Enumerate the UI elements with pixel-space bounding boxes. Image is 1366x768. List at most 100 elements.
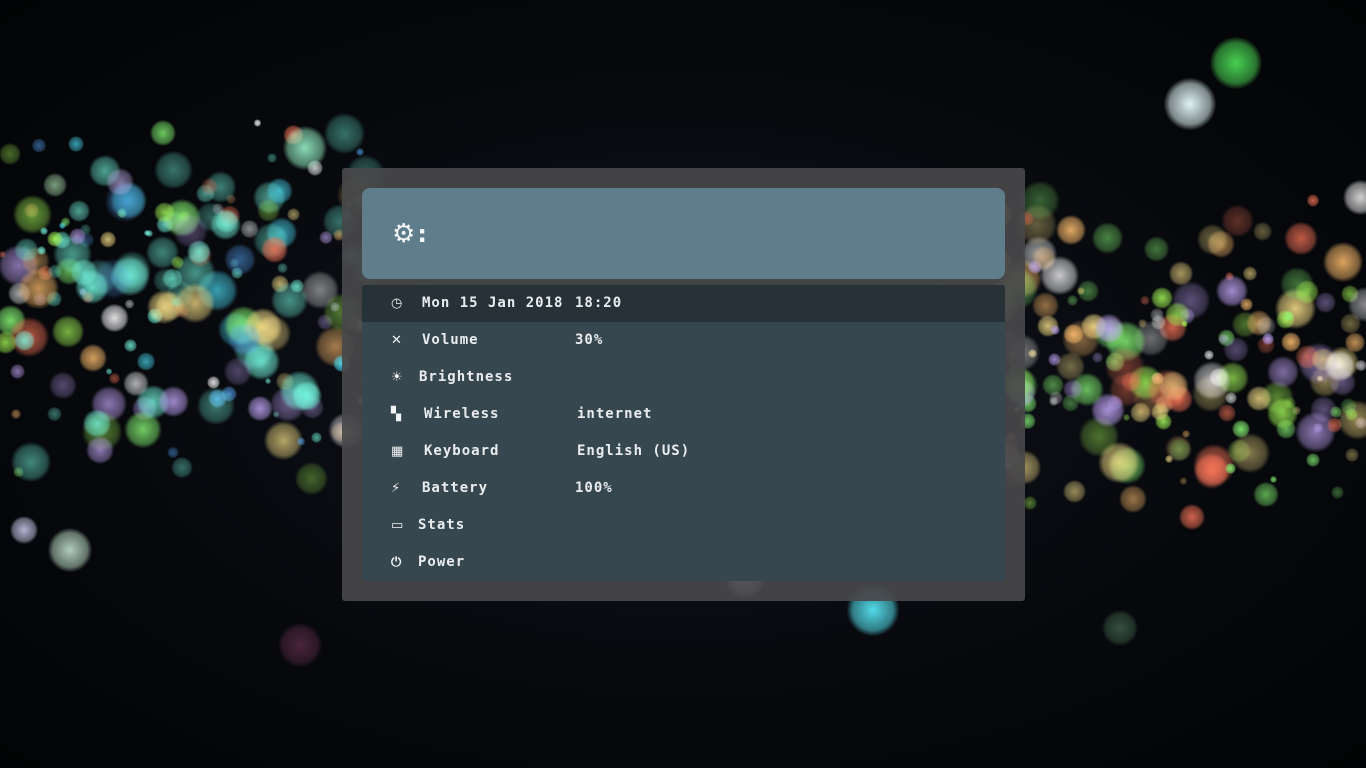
menu-item-wireless[interactable]: ▚ Wireless internet (362, 396, 1005, 433)
bokeh-light (265, 378, 272, 385)
volume-muted-icon: ✕ (391, 333, 403, 348)
bokeh-light (10, 409, 22, 420)
bokeh-light (36, 245, 46, 255)
bokeh-light (1216, 275, 1248, 307)
bokeh-light (1077, 280, 1100, 303)
bokeh-light (287, 207, 301, 221)
bokeh-light (1062, 379, 1083, 400)
menu-item-stats[interactable]: ▭ Stats (362, 507, 1005, 544)
bokeh-light (247, 395, 273, 422)
menu-item-value: 100% (575, 480, 613, 496)
menu-item-label: Keyboard (424, 443, 500, 459)
bokeh-light (1283, 310, 1294, 322)
menu-list: ◷ Mon 15 Jan 2018 18:20 ✕ Volume 30% ☀ B… (362, 285, 1005, 581)
bokeh-light (10, 516, 38, 544)
bokeh-light (1149, 307, 1164, 322)
bokeh-light (1104, 347, 1145, 388)
prompt-input-bar[interactable]: ⚙ : (362, 188, 1005, 279)
bokeh-light (1179, 476, 1188, 485)
bokeh-light (1164, 78, 1216, 130)
menu-item-power[interactable]: ⏻ Power (362, 544, 1005, 581)
bokeh-light (223, 357, 253, 386)
menu-item-label: Brightness (419, 369, 514, 385)
bokeh-light (1230, 433, 1271, 474)
bokeh-light (113, 251, 151, 289)
bokeh-light (1330, 485, 1344, 499)
menu-item-battery[interactable]: ⚡ Battery 100% (362, 470, 1005, 507)
menu-item-value: English (US) (577, 443, 691, 459)
bokeh-light (256, 198, 280, 222)
bokeh-light (13, 329, 36, 351)
bokeh-light (31, 138, 47, 154)
bokeh-light (175, 282, 216, 323)
bokeh-light (1098, 441, 1140, 484)
bokeh-light (1269, 475, 1277, 483)
bokeh-light (137, 352, 156, 371)
bokeh-light (124, 299, 135, 310)
bokeh-light (1066, 295, 1078, 307)
bokeh-light (1164, 301, 1190, 327)
bokeh-light (1342, 180, 1366, 216)
bokeh-light (227, 321, 262, 356)
bokeh-light (224, 243, 256, 275)
bokeh-light (149, 120, 176, 147)
bokeh-light (49, 371, 77, 400)
bokeh-light (106, 168, 134, 196)
bokeh-light (1094, 313, 1124, 344)
bokeh-light (1246, 385, 1272, 412)
bokeh-light (1193, 453, 1230, 490)
menu-item-volume[interactable]: ✕ Volume 30% (362, 322, 1005, 359)
bokeh-light (48, 528, 92, 572)
bokeh-light (18, 268, 59, 310)
plug-icon: ⚡ (391, 481, 402, 496)
bokeh-light (157, 385, 189, 417)
bokeh-light (277, 262, 288, 273)
settings-launcher-window: ⚙ : ◷ Mon 15 Jan 2018 18:20 ✕ Volume 30%… (342, 168, 1025, 601)
gear-icon: ⚙ (392, 218, 416, 249)
menu-item-brightness[interactable]: ☀ Brightness (362, 359, 1005, 396)
menu-item-label: Mon 15 Jan 2018 (422, 295, 564, 311)
bokeh-light (170, 296, 181, 307)
bokeh-light (1323, 242, 1363, 282)
bokeh-light (1253, 481, 1279, 508)
bokeh-light (1062, 323, 1084, 345)
bokeh-light (201, 178, 218, 195)
bokeh-light (1314, 292, 1336, 313)
bokeh-light (46, 406, 62, 422)
bokeh-light (123, 370, 149, 396)
bokeh-light (1049, 324, 1061, 336)
signal-icon: ▚ (391, 407, 402, 422)
bokeh-light (1102, 610, 1138, 646)
bokeh-light (74, 269, 109, 304)
bokeh-light (267, 152, 278, 164)
bokeh-light (1203, 349, 1215, 361)
menu-item-keyboard[interactable]: ▦ Keyboard English (US) (362, 433, 1005, 470)
bokeh-light (9, 364, 25, 379)
bokeh-light (253, 118, 262, 127)
bokeh-light (1217, 403, 1237, 423)
bokeh-light (78, 343, 108, 373)
bokeh-light (319, 230, 333, 245)
bokeh-light (1221, 204, 1254, 238)
bokeh-light (1305, 453, 1320, 468)
menu-item-label: Volume (422, 332, 479, 348)
power-icon: ⏻ (391, 555, 403, 570)
bokeh-light (283, 126, 327, 170)
bokeh-light (124, 339, 137, 352)
bokeh-light (1056, 215, 1086, 246)
menu-item-label: Stats (418, 517, 466, 533)
bokeh-light (39, 227, 48, 236)
bokeh-light (1140, 295, 1150, 306)
bokeh-light (292, 381, 322, 411)
bokeh-light (51, 315, 85, 348)
laptop-icon: ▭ (391, 518, 405, 533)
bokeh-light (69, 228, 86, 246)
bokeh-light (1119, 484, 1148, 513)
menu-item-label: Power (418, 554, 466, 570)
bokeh-light (296, 437, 306, 446)
menu-item-datetime[interactable]: ◷ Mon 15 Jan 2018 18:20 (362, 285, 1005, 322)
bokeh-light (1091, 222, 1124, 254)
bokeh-light (85, 436, 114, 465)
bokeh-light (1266, 397, 1299, 429)
bokeh-light (1284, 221, 1318, 256)
